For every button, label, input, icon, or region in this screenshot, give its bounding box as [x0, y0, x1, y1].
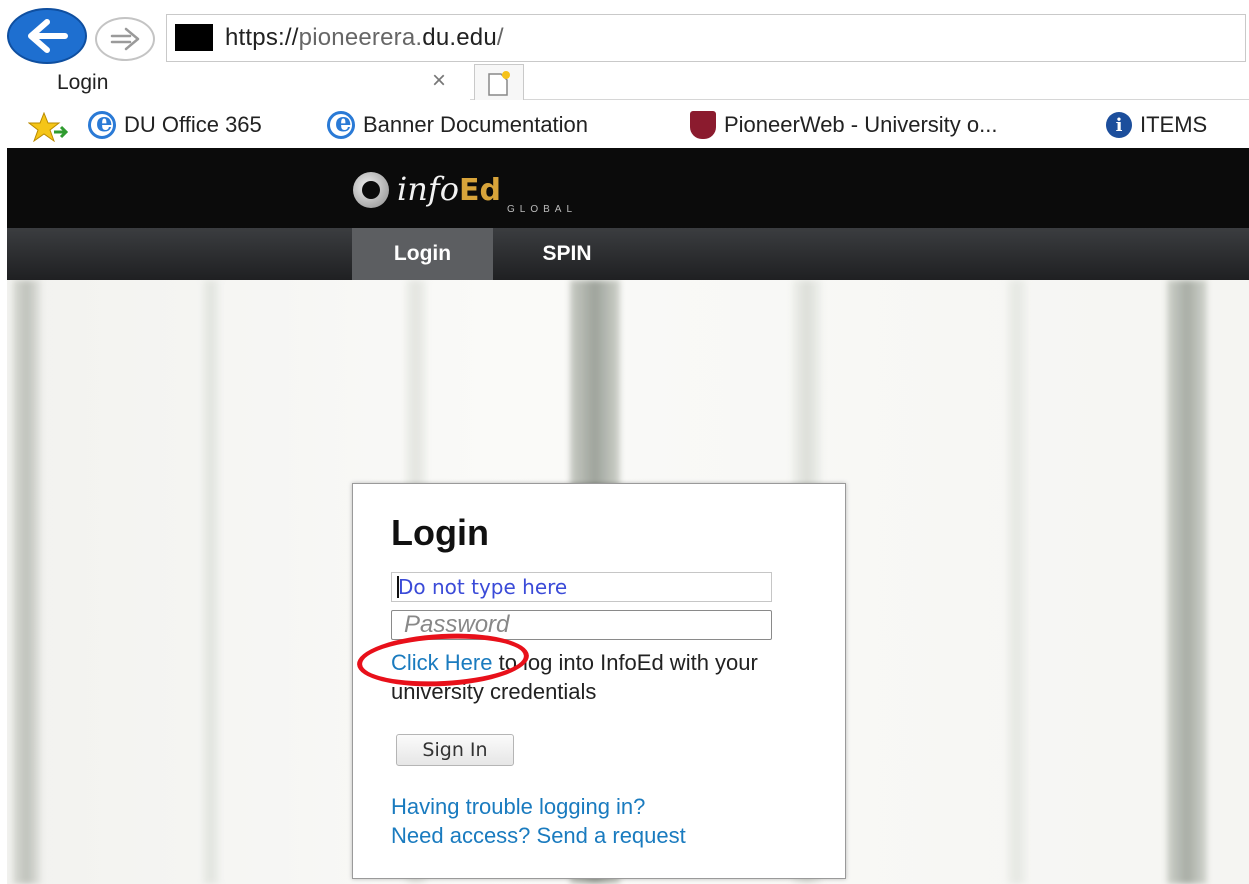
url-subdomain: pioneerera. [298, 24, 423, 51]
logo-subtitle: GLOBAL [507, 204, 578, 215]
password-input[interactable] [391, 610, 772, 640]
back-button[interactable] [7, 8, 87, 64]
background-pole [202, 280, 220, 884]
address-bar-row: https://pioneerera.du.edu/ [0, 0, 1249, 64]
sign-in-button[interactable]: Sign In [396, 734, 514, 766]
trouble-logging-in-link[interactable]: Having trouble logging in? [391, 794, 645, 820]
infoed-logo[interactable]: infoEd GLOBAL [353, 170, 572, 215]
favorite-items[interactable]: i ITEMS [1106, 110, 1207, 140]
back-arrow-icon [28, 19, 68, 53]
click-here-link[interactable]: Click Here [391, 650, 492, 675]
url-domain: du.edu [422, 24, 497, 51]
info-icon: i [1106, 112, 1132, 138]
infoed-logo-icon [353, 172, 389, 208]
nav-tab-spin[interactable]: SPIN [507, 228, 627, 280]
logo-wordmark: infoEd GLOBAL [397, 170, 572, 215]
favorite-pioneerweb[interactable]: PioneerWeb - University o... [690, 110, 997, 140]
shield-icon [690, 111, 716, 139]
username-input[interactable] [391, 572, 772, 602]
site-nav: Login SPIN [7, 228, 1249, 280]
url-scheme: https:// [225, 24, 299, 51]
tab-login[interactable]: Login × [0, 64, 470, 100]
forward-button[interactable] [95, 17, 155, 61]
favorite-banner-documentation[interactable]: Banner Documentation [327, 108, 589, 140]
favorite-label: ITEMS [1140, 112, 1208, 137]
site-header: infoEd GLOBAL [7, 148, 1249, 228]
nav-tab-login[interactable]: Login [352, 228, 493, 280]
favorite-du-office-365[interactable]: DU Office 365 [88, 108, 262, 140]
forward-arrow-icon [110, 27, 140, 51]
sso-instructions: Click Here to log into InfoEd with your … [391, 648, 821, 706]
new-tab-button[interactable] [474, 64, 524, 100]
ie-icon [327, 108, 355, 139]
redacted-site-icon [175, 24, 213, 51]
text-cursor [397, 576, 399, 598]
favorites-star-icon[interactable] [28, 112, 68, 142]
background-pole [13, 280, 41, 884]
new-tab-icon [488, 70, 510, 96]
url-text: https://pioneerera.du.edu/ [225, 24, 504, 52]
tab-strip: Login × [0, 64, 1249, 100]
background-pole [1007, 280, 1027, 884]
login-heading: Login [391, 512, 489, 553]
ie-icon [88, 108, 116, 139]
tab-title: Login [57, 71, 109, 94]
favorite-label: Banner Documentation [363, 112, 589, 137]
close-icon[interactable]: × [432, 67, 446, 95]
url-path: / [496, 24, 504, 51]
logo-info-text: info [397, 170, 459, 208]
favorite-label: DU Office 365 [124, 112, 262, 137]
login-card: Login Click Here to log into InfoEd with… [352, 483, 846, 879]
url-field[interactable]: https://pioneerera.du.edu/ [166, 14, 1246, 62]
favorite-label: PioneerWeb - University o... [724, 112, 998, 137]
favorites-bar: DU Office 365 Banner Documentation Pione… [0, 100, 1249, 148]
request-access-link[interactable]: Need access? Send a request [391, 823, 686, 849]
logo-ed-text: Ed [458, 173, 501, 208]
background-pole [1167, 280, 1207, 884]
